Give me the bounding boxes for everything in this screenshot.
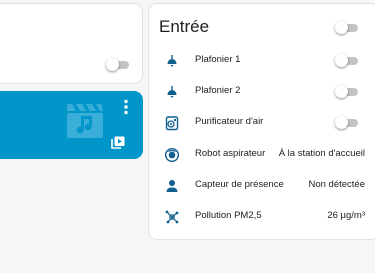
entity-label: Pollution PM2,5 [195,210,262,221]
ceiling-light-icon [167,86,177,98]
entity-state: À la station d'accueil [278,148,365,159]
ceiling-light-icon [167,55,177,67]
plafonier-2-toggle[interactable] [335,85,358,98]
entity-state: Non détectée [308,179,365,190]
purificateur-toggle[interactable] [335,116,358,129]
entity-row-robot[interactable]: Robot aspirateur À la station d'accueil [149,143,375,167]
video-music-icon [67,104,103,138]
entity-row-plafonier-1[interactable]: Plafonier 1 [149,49,375,73]
entity-label: Plafonier 1 [195,54,241,65]
more-vertical-icon[interactable] [123,99,129,115]
entity-state: 26 µg/m³ [327,210,365,221]
account-icon [166,180,178,192]
entity-row-presence[interactable]: Capteur de présence Non détectée [149,174,375,198]
play-box-multiple-icon[interactable] [111,136,125,149]
media-player-card[interactable] [0,91,143,159]
entity-row-pollution[interactable]: Pollution PM2,5 26 µg/m³ [149,205,375,229]
top-card-toggle[interactable] [106,58,129,71]
card-title: Entrée [159,17,210,36]
entity-label: Robot aspirateur [195,148,266,159]
robot-vacuum-icon [164,147,180,163]
plafonier-1-toggle[interactable] [335,54,358,67]
entity-row-plafonier-2[interactable]: Plafonier 2 [149,80,375,104]
entity-row-purificateur[interactable]: Purificateur d'air [149,111,375,135]
entity-label: Capteur de présence [195,179,284,190]
entity-label: Plafonier 2 [195,85,241,96]
entree-master-toggle[interactable] [335,21,358,34]
molecule-icon [165,210,179,224]
entity-label: Purificateur d'air [195,116,264,127]
entree-card: Entrée Plafonier 1 Plafonier 2 Purificat… [148,3,375,240]
air-purifier-icon [165,116,179,131]
top-card [0,3,143,84]
